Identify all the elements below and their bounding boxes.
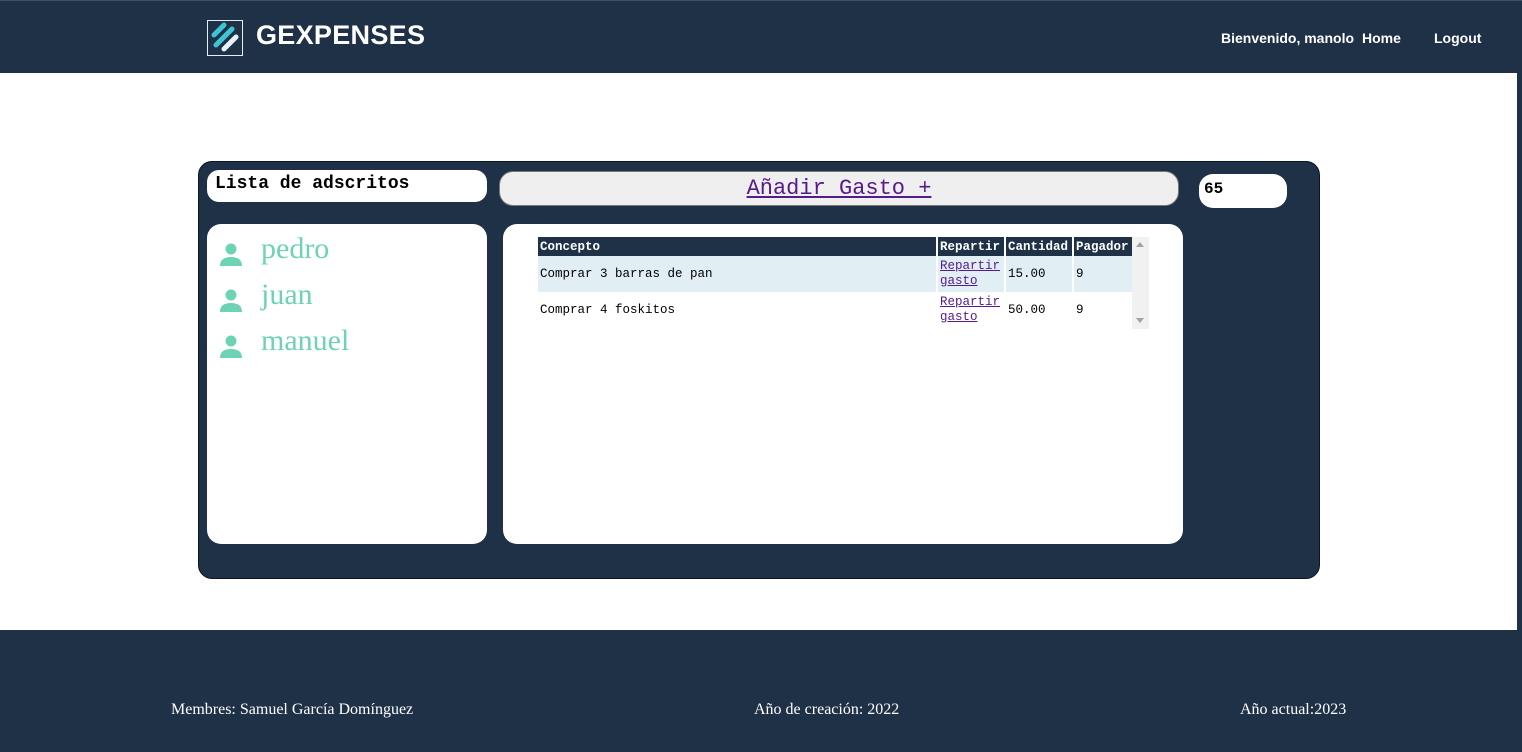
cell-concepto: Comprar 4 foskitos: [538, 292, 938, 328]
members-list-title: Lista de adscritos: [207, 170, 487, 202]
person-icon: [220, 335, 242, 358]
header-cantidad: Cantidad: [1005, 237, 1074, 256]
nav-home-link[interactable]: Home: [1362, 30, 1401, 46]
member-name: manuel: [261, 324, 350, 357]
split-expense-link[interactable]: Repartir gasto: [940, 259, 1000, 288]
top-navbar: GEXPENSES Bienvenido, manolo Home Logout: [0, 0, 1522, 73]
total-amount: 65: [1199, 174, 1287, 208]
split-expense-link[interactable]: Repartir gasto: [940, 295, 1000, 324]
members-list: pedro juan manuel: [207, 224, 487, 544]
add-expense-link[interactable]: Añadir Gasto +: [747, 176, 932, 201]
header-concepto: Concepto: [538, 237, 938, 256]
table-header-row: Concepto Repartir Cantidad Pagador: [538, 237, 1132, 256]
person-icon: [220, 289, 242, 312]
member-item: juan: [219, 278, 313, 318]
cell-repartir: Repartir gasto: [937, 292, 1006, 328]
footer-members: Membres: Samuel García Domínguez: [171, 701, 414, 718]
cell-pagador: 9: [1073, 292, 1132, 328]
table-row: Comprar 4 foskitos Repartir gasto 50.00 …: [538, 292, 1132, 328]
add-expense-button[interactable]: Añadir Gasto +: [499, 171, 1179, 206]
expenses-table-scrollarea: Concepto Repartir Cantidad Pagador Compr…: [538, 237, 1149, 329]
cell-cantidad: 50.00: [1005, 292, 1074, 328]
header-repartir: Repartir: [937, 237, 1006, 256]
member-name: pedro: [261, 232, 330, 265]
footer-current-year: Año actual:2023: [1240, 701, 1347, 718]
page-scrollbar[interactable]: [1517, 60, 1522, 632]
table-row: Comprar 3 barras de pan Repartir gasto 1…: [538, 256, 1132, 292]
stripes-logo-icon: [207, 20, 243, 56]
member-item: pedro: [219, 232, 329, 272]
cell-concepto: Comprar 3 barras de pan: [538, 256, 938, 292]
cell-cantidad: 15.00: [1005, 256, 1074, 292]
table-scrollbar[interactable]: [1132, 237, 1149, 329]
nav-logout-link[interactable]: Logout: [1434, 30, 1481, 46]
footer: Membres: Samuel García Domínguez Año de …: [0, 630, 1522, 752]
member-item: manuel: [219, 324, 349, 364]
expenses-table: Concepto Repartir Cantidad Pagador Compr…: [538, 237, 1132, 328]
brand-title: GEXPENSES: [256, 20, 426, 50]
cell-pagador: 9: [1073, 256, 1132, 292]
member-name: juan: [261, 278, 313, 311]
footer-creation-year: Año de creación: 2022: [754, 701, 900, 718]
person-icon: [220, 243, 242, 266]
cell-repartir: Repartir gasto: [937, 256, 1006, 292]
header-pagador: Pagador: [1073, 237, 1132, 256]
scroll-down-arrow-icon[interactable]: [1136, 318, 1144, 323]
welcome-text: Bienvenido, manolo: [1221, 30, 1355, 46]
scroll-up-arrow-icon[interactable]: [1136, 242, 1144, 247]
